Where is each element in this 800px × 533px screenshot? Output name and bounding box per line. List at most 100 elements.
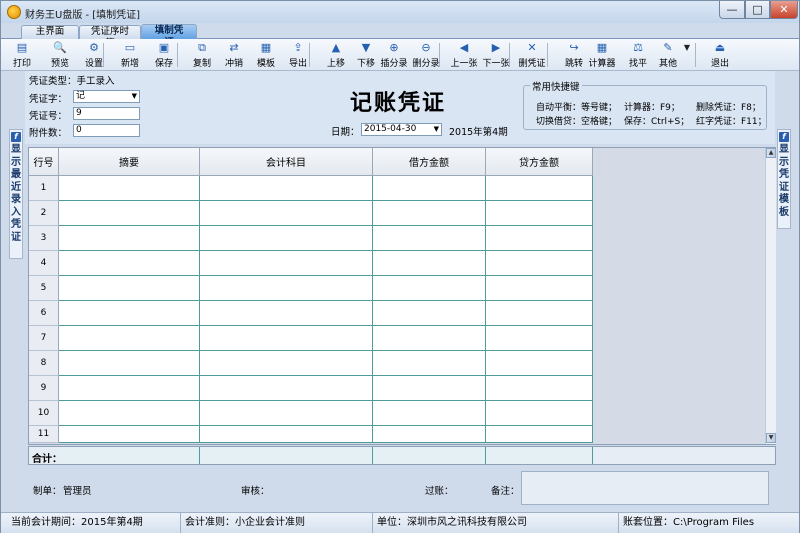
summary-cell[interactable] (59, 226, 200, 251)
debit-cell[interactable] (373, 376, 486, 401)
credit-cell[interactable] (486, 301, 593, 326)
close-button[interactable]: ✕ (770, 1, 798, 19)
summary-cell[interactable] (59, 376, 200, 401)
prev-button[interactable]: ◀ 上一张 (447, 41, 481, 69)
shortcut-panel-title: 常用快捷键 (530, 79, 582, 93)
row-number: 2 (29, 201, 59, 226)
account-cell[interactable] (200, 376, 373, 401)
jump-icon: ↪ (569, 41, 579, 54)
credit-cell[interactable] (486, 276, 593, 301)
move-up-button[interactable]: ▲ 上移 (319, 41, 353, 69)
summary-cell[interactable] (59, 276, 200, 301)
maker-label: 制单： (33, 486, 62, 497)
summary-cell[interactable] (59, 351, 200, 376)
row-number: 1 (29, 176, 59, 201)
summary-cell[interactable] (59, 426, 200, 443)
toolbar-label: 冲销 (224, 59, 243, 69)
delete-entry-button[interactable]: ⊖ 删分录 (409, 41, 443, 69)
account-cell[interactable] (200, 351, 373, 376)
note-textarea[interactable] (521, 471, 769, 505)
new-button[interactable]: ▭ 新增 (113, 41, 147, 69)
reverse-button[interactable]: ⇄ 冲销 (217, 41, 251, 69)
account-cell[interactable] (200, 226, 373, 251)
toolbar-more-button[interactable]: ▼ (681, 41, 693, 69)
credit-cell[interactable] (486, 376, 593, 401)
copy-button[interactable]: ⧉ 复制 (185, 41, 219, 69)
tab-main[interactable]: 主界面 (21, 25, 79, 39)
debit-cell[interactable] (373, 276, 486, 301)
account-cell[interactable] (200, 326, 373, 351)
save-button[interactable]: ▣ 保存 (147, 41, 181, 69)
account-cell[interactable] (200, 251, 373, 276)
credit-cell[interactable] (486, 401, 593, 426)
debit-cell[interactable] (373, 351, 486, 376)
credit-cell[interactable] (486, 176, 593, 201)
calculator-button[interactable]: ▦ 计算器 (585, 41, 619, 69)
tab-voucher-journal[interactable]: 凭证序时簿 (79, 25, 141, 49)
account-cell[interactable] (200, 401, 373, 426)
debit-cell[interactable] (373, 251, 486, 276)
period-text: 2015年第4期 (449, 127, 508, 138)
summary-cell[interactable] (59, 201, 200, 226)
credit-cell[interactable] (486, 201, 593, 226)
credit-total-cell (486, 447, 593, 464)
insert-entry-button[interactable]: ⊕ 插分录 (377, 41, 411, 69)
account-cell[interactable] (200, 276, 373, 301)
maximize-button[interactable]: □ (745, 1, 770, 19)
balance-button[interactable]: ⚖ 找平 (621, 41, 655, 69)
account-cell[interactable] (200, 426, 373, 443)
toolbar-label: 复制 (192, 59, 211, 69)
vertical-scrollbar[interactable]: ▲ ▼ (765, 148, 776, 444)
next-button[interactable]: ▶ 下一张 (479, 41, 513, 69)
export-button[interactable]: ⇪ 导出 (281, 41, 315, 69)
sum-cell (200, 447, 373, 464)
exit-button[interactable]: ⏏ 退出 (703, 41, 737, 69)
credit-cell[interactable] (486, 251, 593, 276)
debit-cell[interactable] (373, 201, 486, 226)
preview-button[interactable]: 🔍 预览 (43, 41, 77, 69)
minimize-button[interactable]: — (719, 1, 745, 19)
summary-cell[interactable] (59, 401, 200, 426)
prev-icon: ◀ (459, 41, 469, 54)
app-window: 财务王U盘版 - [填制凭证] — □ ✕ 主界面 凭证序时簿 填制凭证 ▤ 打印… (0, 0, 800, 533)
credit-cell[interactable] (486, 226, 593, 251)
delete-voucher-button[interactable]: ✕ 删凭证 (515, 41, 549, 69)
voucher-number-field[interactable]: 9 (73, 107, 140, 120)
voucher-footer: 制单： 管理员 审核： 过账： 备注： (25, 471, 775, 507)
debit-cell[interactable] (373, 326, 486, 351)
credit-cell[interactable] (486, 351, 593, 376)
attachment-count-field[interactable]: 0 (73, 124, 140, 137)
tab-fill-voucher[interactable]: 填制凭证 (141, 24, 197, 48)
toolbar-label: 上一张 (450, 59, 478, 69)
summary-cell[interactable] (59, 301, 200, 326)
recent-vouchers-toggle[interactable]: f 显示最近录入凭证 (9, 129, 23, 259)
settings-icon: ⚙ (89, 41, 99, 54)
scroll-up-icon[interactable]: ▲ (766, 148, 776, 158)
date-picker[interactable]: 2015-04-30 ▼ (361, 123, 442, 136)
credit-cell[interactable] (486, 426, 593, 443)
summary-cell[interactable] (59, 326, 200, 351)
row-number: 3 (29, 226, 59, 251)
debit-cell[interactable] (373, 176, 486, 201)
printer-button[interactable]: ▤ 打印 (5, 41, 39, 69)
account-cell[interactable] (200, 176, 373, 201)
insert-entry-icon: ⊕ (389, 41, 399, 54)
template-button[interactable]: ▦ 模板 (249, 41, 283, 69)
summary-cell[interactable] (59, 251, 200, 276)
voucher-template-toggle[interactable]: f 显示凭证模板 (777, 129, 791, 229)
shortcut-item: 保存：Ctrl+S； (624, 117, 690, 127)
account-cell[interactable] (200, 201, 373, 226)
settings-button[interactable]: ⚙ 设置 (77, 41, 111, 69)
voucher-word-select[interactable]: 记 ▼ (73, 90, 140, 103)
scroll-down-icon[interactable]: ▼ (766, 433, 776, 443)
debit-cell[interactable] (373, 301, 486, 326)
credit-cell[interactable] (486, 326, 593, 351)
account-cell[interactable] (200, 301, 373, 326)
debit-cell[interactable] (373, 401, 486, 426)
debit-cell[interactable] (373, 426, 486, 443)
debit-cell[interactable] (373, 226, 486, 251)
voucher-number-label: 凭证号： (29, 111, 68, 122)
toolbar-label: 上移 (326, 59, 345, 69)
row-number: 7 (29, 326, 59, 351)
summary-cell[interactable] (59, 176, 200, 201)
